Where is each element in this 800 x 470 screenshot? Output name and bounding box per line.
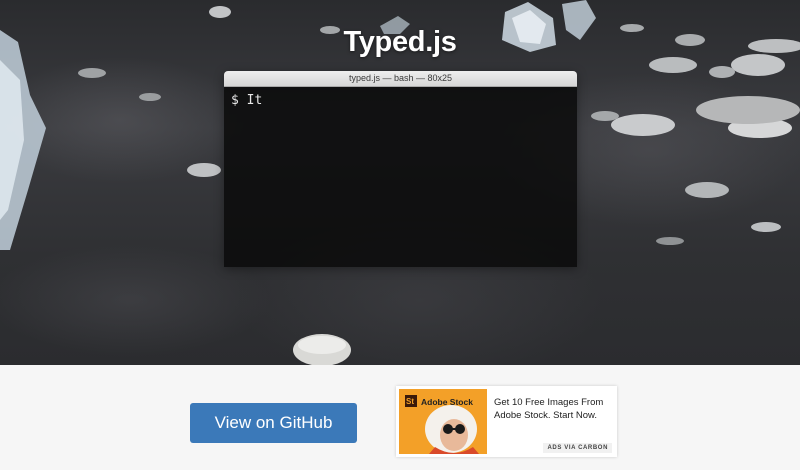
adobe-stock-brand-name: Adobe Stock xyxy=(421,397,473,407)
view-on-github-button[interactable]: View on GitHub xyxy=(190,403,357,443)
typed-text: It xyxy=(246,93,263,108)
carbon-ad[interactable]: St Adobe Stock Get 10 Free Images From A… xyxy=(396,386,617,457)
ad-text[interactable]: Get 10 Free Images From Adobe Stock. Sta… xyxy=(494,396,612,422)
terminal-titlebar: typed.js — bash — 80x25 xyxy=(224,71,577,87)
ads-via-carbon-label[interactable]: ADS VIA CARBON xyxy=(543,443,612,453)
terminal-prompt: $ xyxy=(231,93,239,108)
ad-image[interactable]: St Adobe Stock xyxy=(399,389,487,454)
terminal-body: $ It xyxy=(224,87,577,267)
terminal-window: typed.js — bash — 80x25 $ It xyxy=(224,71,577,267)
hero-section: Typed.js typed.js — bash — 80x25 $ It xyxy=(0,0,800,365)
adobe-stock-logo-mark: St xyxy=(406,397,414,406)
page-title: Typed.js xyxy=(343,26,457,58)
